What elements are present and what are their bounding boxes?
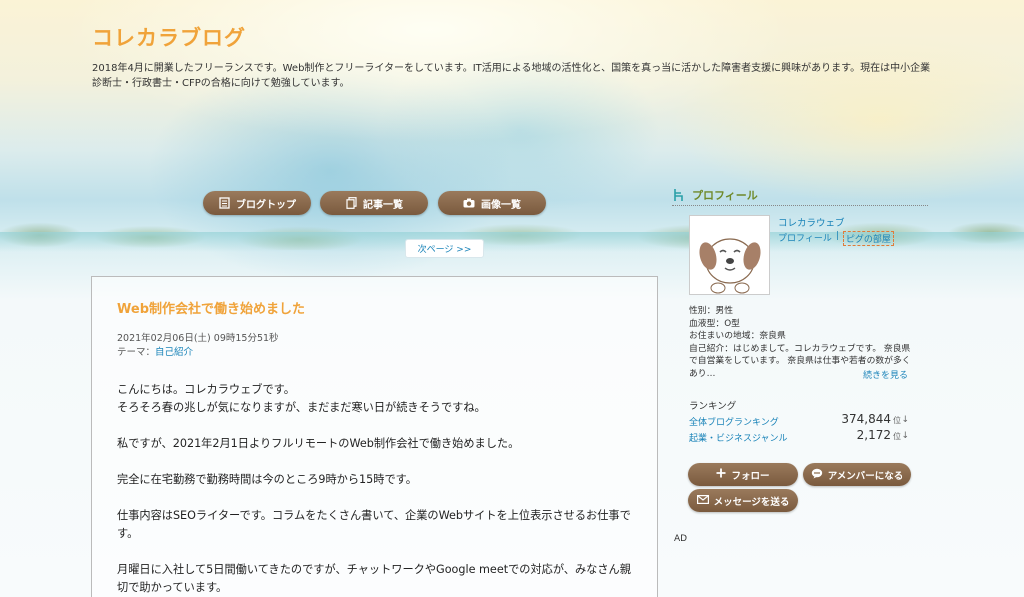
ranking-genre-link[interactable]: 起業・ビジネスジャンル [689, 431, 788, 444]
image-list-button[interactable]: 画像一覧 [438, 191, 546, 215]
ranking-genre-value: 2,172 [856, 428, 891, 442]
profile-heading-label: プロフィール [692, 188, 758, 202]
follow-label: フォロー [731, 470, 770, 482]
article-paragraph: 仕事内容はSEOライターです。コラムをたくさん書いて、企業のWebサイトを上位表… [117, 509, 631, 540]
ad-label: AD [674, 534, 688, 544]
ranking-overall-value: 374,844 [841, 412, 891, 426]
profile-blood-type: 血液型：O型 [689, 318, 740, 329]
down-arrow-icon: ↓ [901, 431, 909, 441]
send-message-label: メッセージを送る [713, 496, 790, 508]
amember-icon [811, 468, 823, 482]
blog-header: コレカラブログ 2018年4月に開業したフリーランスです。Web制作とフリーライ… [92, 22, 932, 91]
profile-name-link[interactable]: コレカラウェブ [778, 215, 845, 229]
avatar[interactable] [689, 215, 770, 295]
article-line: そろそろ春の兆しが気になりますが、まだまだ寒い日が続きそうですね。 [117, 401, 486, 414]
camera-icon [463, 197, 475, 209]
article-list-button[interactable]: 記事一覧 [320, 191, 428, 215]
blog-top-button[interactable]: ブログトップ [203, 191, 311, 215]
article-body: こんにちは。コレカラウェブです。そろそろ春の兆しが気になりますが、まだまだ寒い日… [117, 381, 637, 597]
ranking-unit: 位 [893, 416, 901, 425]
profile-gender: 性別：男性 [689, 306, 733, 316]
blog-description: 2018年4月に開業したフリーランスです。Web制作とフリーライターをしています… [92, 63, 931, 89]
article-date: 2021年02月06日(土) 09時15分51秒 [117, 333, 279, 344]
send-message-button[interactable]: メッセージを送る [688, 489, 798, 512]
theme-label: テーマ： [117, 347, 156, 358]
image-list-label: 画像一覧 [481, 199, 521, 211]
separator: | [835, 231, 839, 241]
document-icon [218, 197, 230, 209]
article-card: Web制作会社で働き始めました 2021年02月06日(土) 09時15分51秒… [91, 276, 658, 597]
read-more-link[interactable]: 続きを見る [863, 368, 908, 381]
profile-heading: プロフィール [672, 184, 928, 206]
amember-label: アメンバーになる [827, 470, 904, 482]
piggy-room-link[interactable]: ピグの部屋 [842, 231, 894, 246]
blog-title[interactable]: コレカラブログ [92, 22, 246, 52]
envelope-icon [696, 494, 709, 507]
chair-icon [672, 188, 684, 202]
article-paragraph: こんにちは。コレカラウェブです。そろそろ春の兆しが気になりますが、まだまだ寒い日… [117, 381, 637, 417]
ranking-title: ランキング [689, 401, 737, 412]
blog-top-label: ブログトップ [236, 199, 296, 211]
next-page-link[interactable]: 次ページ >> [405, 239, 484, 258]
article-list-label: 記事一覧 [363, 199, 403, 211]
ranking-row-genre: 起業・ビジネスジャンル 2,172 位 ↓ [689, 428, 909, 444]
follow-button[interactable]: フォロー [688, 463, 798, 486]
down-arrow-icon: ↓ [901, 415, 909, 425]
profile-links: プロフィール | ピグの部屋 [778, 231, 894, 246]
pages-icon [345, 197, 357, 209]
theme-link[interactable]: 自己紹介 [155, 347, 193, 358]
ranking-overall-link[interactable]: 全体ブログランキング [689, 415, 779, 428]
dog-avatar-icon [699, 238, 761, 294]
plus-icon [716, 468, 726, 481]
amember-button[interactable]: アメンバーになる [803, 463, 911, 486]
article-line: こんにちは。コレカラウェブです。 [117, 383, 295, 396]
article-paragraph: 月曜日に入社して5日間働いてきたのですが、チャットワークやGoogle meet… [117, 563, 631, 594]
ranking-row-overall: 全体ブログランキング 374,844 位 ↓ [689, 412, 909, 428]
profile-link[interactable]: プロフィール [778, 231, 832, 246]
article-theme: テーマ：自己紹介 [117, 344, 193, 358]
profile-residence: お住まいの地域：奈良県 [689, 331, 786, 341]
article-paragraph: 完全に在宅勤務で勤務時間は今のところ9時から15時です。 [117, 473, 417, 486]
ranking-unit: 位 [893, 432, 901, 441]
article-paragraph: 私ですが、2021年2月1日よりフルリモートのWeb制作会社で働き始めました。 [117, 437, 520, 450]
article-title[interactable]: Web制作会社で働き始めました [117, 298, 305, 317]
